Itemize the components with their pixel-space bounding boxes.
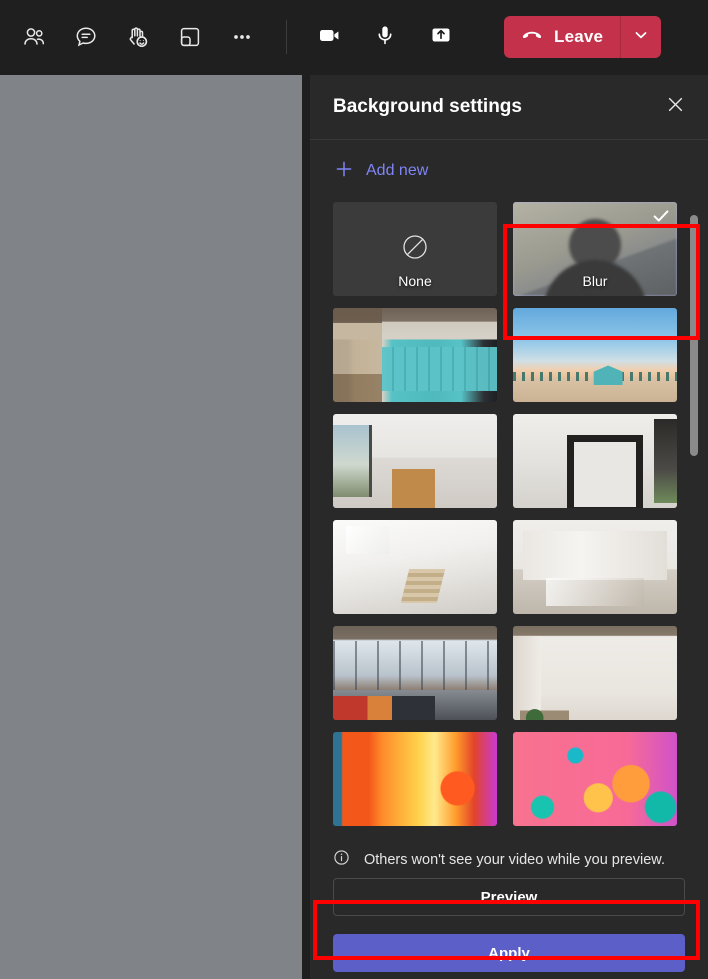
plus-icon [334,159,354,184]
stage-panel-gap [302,75,310,979]
background-thumbnail-image [513,732,677,826]
checkmark-icon [651,206,671,231]
apply-button-zone: Apply [333,934,685,972]
background-option[interactable] [333,308,497,402]
preview-notice-text: Others won't see your video while you pr… [364,852,665,868]
background-thumbnail-image [513,520,677,614]
add-new-button[interactable]: Add new [334,159,428,184]
apply-button[interactable]: Apply [333,934,685,972]
hangup-icon [519,22,545,53]
background-thumbnail-image [333,732,497,826]
people-icon [21,24,47,50]
background-thumbnail-image [513,626,677,720]
background-option[interactable]: Blur [513,202,677,296]
background-option-label: Blur [582,273,608,289]
background-option[interactable] [513,626,677,720]
camera-button[interactable] [301,15,357,59]
microphone-icon [370,20,400,55]
people-button[interactable] [8,15,60,59]
background-option[interactable] [333,414,497,508]
background-thumbnail-image [333,626,497,720]
more-options-icon [229,24,255,50]
rooms-icon [177,24,203,50]
page-title: Background settings [333,96,522,117]
preview-button[interactable]: Preview [333,878,685,916]
chat-icon [73,24,99,50]
toolbar-divider [286,20,287,54]
background-thumbnail-image [513,414,677,508]
scrollbar-thumb[interactable] [690,214,698,457]
backgrounds-grid: None Blur [310,202,708,826]
leave-button-group: Leave [504,16,662,58]
reactions-button[interactable] [112,15,164,59]
add-new-row: Add new [310,140,708,202]
panel-scrollbar[interactable] [690,202,698,838]
background-option[interactable] [333,732,497,826]
background-option[interactable] [513,308,677,402]
background-thumbnail-image [333,308,497,402]
chevron-down-icon [632,26,650,49]
raise-hand-reactions-icon [125,24,151,50]
call-controls-left [0,15,301,59]
background-thumbnail-image [333,520,497,614]
background-option[interactable] [513,732,677,826]
microphone-button[interactable] [357,15,413,59]
background-option[interactable]: None [333,202,497,296]
teams-meeting-window: Leave Background settings Add new None B… [0,0,708,979]
background-option-label: None [398,273,432,289]
background-option[interactable] [333,626,497,720]
camera-icon [314,20,344,55]
call-controls-right: Leave [301,15,662,59]
close-panel-button[interactable] [658,90,692,124]
leave-button[interactable]: Leave [504,16,620,58]
add-new-label: Add new [366,162,429,179]
panel-footer: Others won't see your video while you pr… [310,838,708,979]
call-control-bar: Leave [0,0,708,74]
leave-label: Leave [554,27,604,46]
rooms-button[interactable] [164,15,216,59]
backgrounds-scroll-area: None Blur [310,202,708,838]
background-thumbnail-image [333,414,497,508]
background-option[interactable] [513,520,677,614]
chat-button[interactable] [60,15,112,59]
leave-options-button[interactable] [621,16,661,58]
background-settings-panel: Background settings Add new None Blur Ot… [310,75,708,979]
share-content-icon [426,20,456,55]
more-options-button[interactable] [216,15,268,59]
close-icon [666,95,685,119]
preview-notice: Others won't see your video while you pr… [333,838,685,878]
background-option[interactable] [513,414,677,508]
share-content-button[interactable] [413,15,469,59]
video-stage [0,75,302,979]
no-background-icon [399,231,431,268]
background-thumbnail-image [513,308,677,402]
background-option[interactable] [333,520,497,614]
info-icon [333,849,350,871]
panel-header: Background settings [310,75,708,140]
